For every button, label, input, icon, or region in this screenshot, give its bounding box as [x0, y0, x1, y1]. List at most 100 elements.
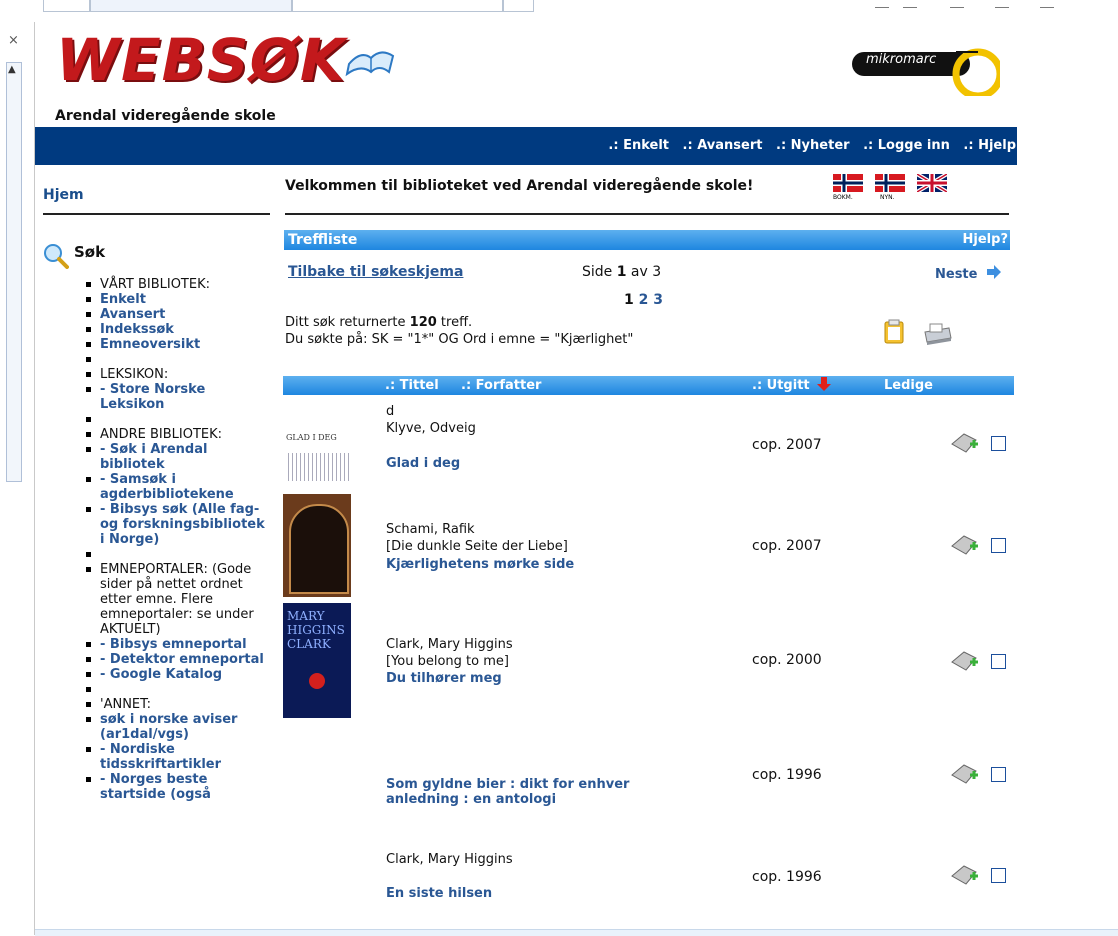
column-published[interactable]: .: Utgitt [752, 378, 810, 393]
sidebar-heading: 'ANNET: [85, 697, 265, 712]
maximize-button[interactable] [995, 1, 1009, 8]
new-tab-button[interactable] [502, 0, 534, 12]
result-author: Klyve, Odveig [386, 421, 476, 436]
browser-tab[interactable] [43, 0, 90, 12]
result-title-link[interactable]: Glad i deg [386, 456, 460, 471]
result-year: cop. 2007 [752, 437, 822, 453]
browser-tab-active[interactable] [90, 0, 292, 12]
sidebar-link[interactable]: - Samsøk i agderbibliotekene [85, 472, 265, 502]
result-line: d [386, 404, 395, 419]
result-author: Schami, Rafik [386, 522, 475, 537]
sidebar-link[interactable]: - Google Katalog [85, 667, 265, 682]
nav-hjelp[interactable]: .: Hjelp [963, 138, 1016, 153]
sidebar-heading: ANDRE BIBLIOTEK: [85, 427, 265, 442]
nav-enkelt[interactable]: .: Enkelt [608, 138, 669, 153]
sidebar-link[interactable]: - Norges beste startside (også [85, 772, 265, 802]
scroll-up-icon[interactable]: ▲ [8, 64, 16, 75]
select-checkbox[interactable] [991, 654, 1006, 669]
flag-label-nynorsk: NYN. [880, 194, 895, 201]
result-title-link[interactable]: En siste hilsen [386, 886, 492, 901]
printer-icon[interactable] [921, 322, 953, 346]
sidebar-link[interactable]: - Detektor emneportal [85, 652, 265, 667]
help-link[interactable]: Hjelp? [963, 232, 1008, 247]
sidebar-link[interactable]: - Nordiske tidsskriftartikler [85, 742, 265, 772]
window-control[interactable] [875, 1, 889, 8]
result-title-link[interactable]: Som gyldne bier : dikt for enhver anledn… [386, 777, 686, 807]
flag-norwegian-bokmal-icon[interactable] [833, 174, 863, 192]
column-author[interactable]: .: Forfatter [461, 378, 541, 393]
sidebar-link[interactable]: - Bibsys emneportal [85, 637, 265, 652]
flag-english-icon[interactable] [917, 174, 947, 192]
sidebar-heading: LEKSIKON: [85, 367, 265, 382]
result-year: cop. 1996 [752, 767, 822, 783]
add-to-list-icon[interactable] [950, 534, 980, 556]
add-to-list-icon[interactable] [950, 650, 980, 672]
sidebar-heading: EMNEPORTALER: (Gode sider på nettet ordn… [85, 562, 265, 637]
page-indicator-suffix: av 3 [626, 264, 662, 280]
school-name: Arendal videregående skole [55, 108, 276, 124]
home-link[interactable]: Hjem [43, 187, 84, 203]
select-checkbox[interactable] [991, 436, 1006, 451]
select-checkbox[interactable] [991, 868, 1006, 883]
sidebar-link[interactable]: - Bibsys søk (Alle fag- og forskningsbib… [85, 502, 265, 547]
book-cover-image[interactable]: GLAD I DEG [283, 425, 351, 483]
page-link-3[interactable]: 3 [653, 292, 663, 308]
side-panel-scrollbar[interactable] [6, 62, 22, 482]
flag-norwegian-nynorsk-icon[interactable] [875, 174, 905, 192]
result-original-title: [Die dunkle Seite der Liebe] [386, 539, 568, 554]
sidebar-link[interactable]: Avansert [85, 307, 265, 322]
column-title[interactable]: .: Tittel [385, 378, 439, 393]
results-header-bar [284, 230, 1010, 250]
page-link-2[interactable]: 2 [639, 292, 649, 308]
book-cover-image[interactable] [283, 494, 351, 597]
results-title: Treffliste [288, 232, 358, 248]
window-control[interactable] [903, 1, 917, 8]
sidebar-link[interactable]: - Søk i Arendal bibliotek [85, 442, 265, 472]
result-author: Clark, Mary Higgins [386, 852, 513, 867]
close-icon[interactable]: × [8, 33, 19, 48]
nav-nyheter[interactable]: .: Nyheter [776, 138, 850, 153]
sidebar-link[interactable]: - Store Norske Leksikon [85, 382, 265, 412]
select-checkbox[interactable] [991, 767, 1006, 782]
nav-logge-inn[interactable]: .: Logge inn [863, 138, 950, 153]
result-year: cop. 1996 [752, 869, 822, 885]
next-page-link[interactable]: Neste [935, 267, 977, 282]
sidebar-link[interactable]: Indekssøk [85, 322, 265, 337]
sidebar-spacer [85, 412, 265, 427]
sidebar-heading: VÅRT BIBLIOTEK: [85, 277, 265, 292]
page-indicator-prefix: Side [582, 264, 617, 280]
result-count-suffix: treff. [436, 315, 473, 330]
result-title-link[interactable]: Kjærlighetens mørke side [386, 557, 574, 572]
minimize-button[interactable] [950, 1, 964, 8]
sidebar-link[interactable]: søk i norske aviser (ar1dal/vgs) [85, 712, 265, 742]
welcome-heading: Velkommen til biblioteket ved Arendal vi… [285, 178, 754, 194]
select-checkbox[interactable] [991, 538, 1006, 553]
sidebar-link[interactable]: Enkelt [85, 292, 265, 307]
result-count-number: 120 [409, 315, 437, 330]
close-window-button[interactable] [1040, 1, 1054, 8]
arrow-right-icon[interactable] [986, 265, 1002, 279]
clipboard-icon[interactable] [883, 318, 905, 344]
pagination: 1 2 3 [624, 292, 663, 308]
book-cover-title: MARY HIGGINS CLARK [287, 609, 345, 651]
open-book-icon [345, 51, 395, 77]
search-section-title: Søk [74, 243, 106, 261]
sidebar-link-list: VÅRT BIBLIOTEK: Enkelt Avansert Indekssøk Em… [85, 277, 265, 802]
result-count-prefix: Ditt søk returnerte [285, 315, 410, 330]
sidebar-spacer [85, 547, 265, 562]
main-divider [285, 213, 1009, 215]
add-to-list-icon[interactable] [950, 432, 980, 454]
websok-logo[interactable]: WEBSØK [56, 30, 346, 90]
add-to-list-icon[interactable] [950, 763, 980, 785]
sort-down-arrow-icon[interactable] [817, 377, 831, 391]
sidebar-link[interactable]: Emneoversikt [85, 337, 265, 352]
add-to-list-icon[interactable] [950, 864, 980, 886]
result-title-link[interactable]: Du tilhører meg [386, 671, 502, 686]
mikromarc-logo-text: mikromarc [866, 52, 937, 67]
book-cover-image[interactable]: MARY HIGGINS CLARK [283, 603, 351, 718]
page-link-1[interactable]: 1 [624, 292, 634, 308]
search-icon [44, 244, 69, 269]
back-to-search-link[interactable]: Tilbake til søkeskjema [288, 264, 463, 280]
browser-tab[interactable] [292, 0, 504, 12]
nav-avansert[interactable]: .: Avansert [683, 138, 763, 153]
